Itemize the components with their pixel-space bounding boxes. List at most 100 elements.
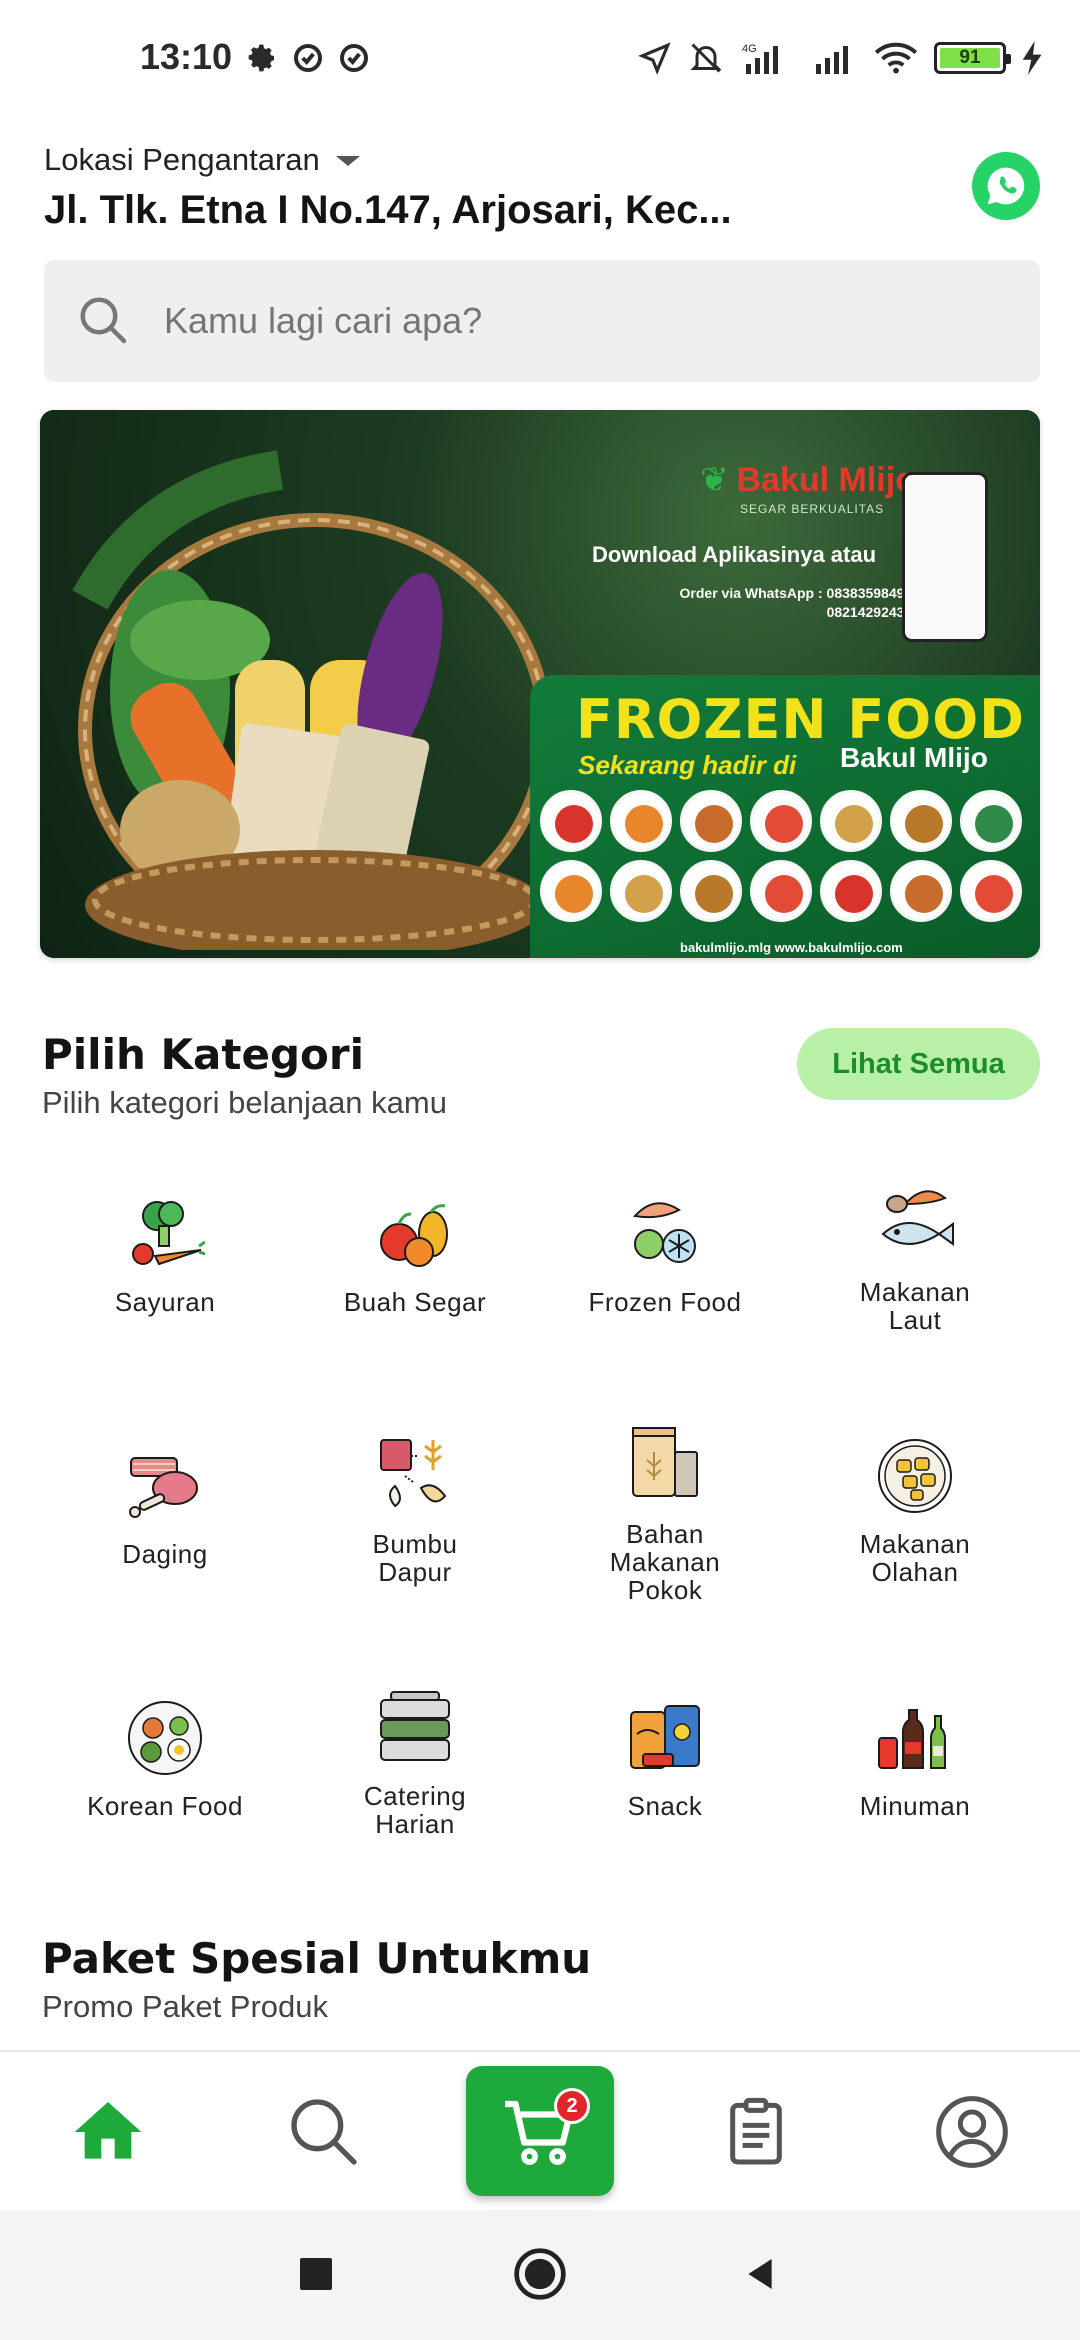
- frozen-food-icon: [633, 1202, 696, 1263]
- category-item-makanan-olahan[interactable]: Makanan Olahan: [790, 1422, 1040, 1674]
- vegetables-icon: [132, 1201, 205, 1266]
- charging-icon: [1022, 41, 1042, 75]
- seafood-icon: [881, 1190, 954, 1246]
- category-item-minuman[interactable]: Minuman: [790, 1674, 1040, 1926]
- product-image: [750, 790, 812, 852]
- category-label: Minuman: [859, 1791, 971, 1821]
- category-section-subtitle: Pilih kategori belanjaan kamu: [42, 1085, 447, 1120]
- product-image: [960, 860, 1022, 922]
- category-label: Korean Food: [87, 1791, 243, 1821]
- category-item-makanan-laut[interactable]: Makanan Laut: [790, 1170, 1040, 1422]
- system-navigation: [0, 2210, 1080, 2340]
- data-saver-icon: [340, 44, 368, 72]
- location-arrow-icon: [638, 42, 671, 75]
- category-label-line-3: Pokok: [627, 1575, 703, 1605]
- category-label: Bahan Makanan Pokok: [540, 1520, 790, 1604]
- category-label: Snack: [627, 1791, 703, 1821]
- product-image: [540, 790, 602, 852]
- banner-brand-tagline: SEGAR BERKUALITAS: [740, 502, 885, 516]
- status-left-icons: [246, 42, 370, 74]
- paket-section-title: Paket Spesial Untukmu: [42, 1934, 592, 1983]
- category-item-catering-harian[interactable]: Catering Harian: [290, 1674, 540, 1926]
- fruits-icon: [380, 1204, 448, 1267]
- whatsapp-button[interactable]: [972, 152, 1040, 220]
- orders-icon[interactable]: [716, 2092, 796, 2172]
- meat-icon: [129, 1457, 198, 1518]
- home-icon[interactable]: [68, 2092, 148, 2172]
- category-item-sayuran[interactable]: Sayuran: [40, 1170, 290, 1422]
- category-item-frozen-food[interactable]: Frozen Food: [540, 1170, 790, 1422]
- product-image: [890, 790, 952, 852]
- product-image: [540, 860, 602, 922]
- search-icon[interactable]: [284, 2092, 364, 2172]
- category-item-korean-food[interactable]: Korean Food: [40, 1674, 290, 1926]
- data-saver-icon: [294, 44, 322, 72]
- category-label: Catering Harian: [290, 1782, 540, 1838]
- settings-icon: [248, 44, 274, 72]
- banner-whatsapp-text: Order via WhatsApp : 083835984966 082142…: [620, 584, 920, 622]
- banner-brand-text: Bakul Mlijo: [736, 460, 916, 499]
- snack-icon: [630, 1705, 700, 1769]
- status-right-icons: 4G 91: [638, 40, 1044, 76]
- product-image: [610, 860, 672, 922]
- battery-level: 91: [940, 48, 1000, 68]
- location-label: Lokasi Pengantaran: [44, 142, 320, 177]
- category-label-line-2: Harian: [375, 1809, 455, 1839]
- delivery-location[interactable]: Lokasi Pengantaran Jl. Tlk. Etna I No.14…: [44, 142, 944, 233]
- category-label-line-2: Dapur: [378, 1557, 452, 1587]
- banner-brand-logo-small: Bakul Mlijo: [840, 742, 988, 773]
- svg-text:4G: 4G: [742, 43, 757, 55]
- category-item-bahan-makanan-pokok[interactable]: Bahan Makanan Pokok: [540, 1422, 790, 1674]
- promo-banner[interactable]: ❦ Bakul Mlijo SEGAR BERKUALITAS Download …: [40, 410, 1040, 958]
- phone-mockup-image: [902, 472, 988, 642]
- category-item-buah-segar[interactable]: Buah Segar: [290, 1170, 540, 1422]
- category-label: Makanan Olahan: [790, 1530, 1040, 1586]
- profile-icon[interactable]: [932, 2092, 1012, 2172]
- product-image: [750, 860, 812, 922]
- category-grid: Sayuran Buah Segar Frozen Food Makanan L…: [40, 1170, 1040, 1926]
- battery-icon: 91: [934, 42, 1011, 74]
- see-all-button[interactable]: Lihat Semua: [797, 1028, 1040, 1100]
- search-input[interactable]: [164, 300, 964, 342]
- category-item-bumbu-dapur[interactable]: Bumbu Dapur: [290, 1422, 540, 1674]
- category-label-line-1: Catering: [363, 1781, 467, 1811]
- product-image: [820, 860, 882, 922]
- whatsapp-icon: [987, 167, 1025, 205]
- recents-icon[interactable]: [300, 2258, 332, 2290]
- home-circle-icon[interactable]: [512, 2246, 568, 2302]
- banner-whatsapp-line-1: Order via WhatsApp : 083835984966: [679, 585, 920, 601]
- category-label-line-2: Laut: [888, 1305, 942, 1335]
- product-image: [820, 790, 882, 852]
- status-bar: 13:10 4G 91: [0, 0, 1080, 120]
- category-label: Bumbu Dapur: [290, 1530, 540, 1586]
- category-label: Frozen Food: [588, 1287, 742, 1317]
- bottom-navigation: 2: [0, 2050, 1080, 2208]
- product-image: [680, 860, 742, 922]
- banner-products: [540, 790, 1040, 922]
- banner-subheadline: Sekarang hadir di: [578, 750, 797, 780]
- search-bar[interactable]: [44, 260, 1040, 382]
- category-label-line-2: Makanan: [609, 1547, 721, 1577]
- category-section-header: Pilih Kategori Pilih kategori belanjaan …: [42, 1030, 447, 1121]
- category-label-line-1: Bahan: [626, 1519, 704, 1549]
- processed-food-icon: [878, 1439, 952, 1513]
- chevron-down-icon[interactable]: [335, 156, 360, 166]
- location-label-row: Lokasi Pengantaran: [44, 142, 944, 178]
- location-address[interactable]: Jl. Tlk. Etna I No.147, Arjosari, Kec...: [44, 188, 804, 233]
- staple-food-icon: [632, 1427, 698, 1497]
- product-image: [890, 860, 952, 922]
- category-label-line-1: Makanan: [859, 1529, 971, 1559]
- category-label: Daging: [122, 1539, 208, 1569]
- banner-whatsapp-line-2: 082142924385: [826, 604, 920, 620]
- category-item-daging[interactable]: Daging: [40, 1422, 290, 1674]
- category-label: Sayuran: [114, 1287, 216, 1317]
- category-item-snack[interactable]: Snack: [540, 1674, 790, 1926]
- wifi-icon: [874, 42, 918, 74]
- spices-icon: [380, 1439, 447, 1508]
- category-label: Buah Segar: [343, 1287, 487, 1317]
- korean-food-icon: [128, 1701, 202, 1775]
- signal-icon: [816, 46, 848, 74]
- back-icon[interactable]: [740, 2254, 780, 2294]
- category-label-line-1: Bumbu: [372, 1529, 458, 1559]
- cart-button[interactable]: 2: [466, 2066, 614, 2196]
